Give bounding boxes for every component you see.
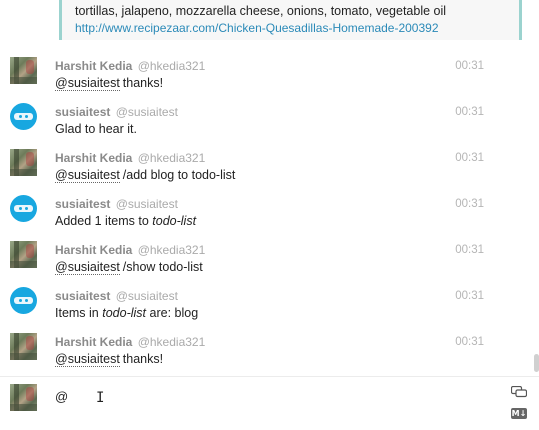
message-item: Harshit Kedia @hkedia321 00:31 @susiaite… bbox=[0, 138, 530, 184]
message-composer: I M↓ bbox=[0, 376, 539, 430]
message-input[interactable] bbox=[55, 385, 485, 407]
message-timestamp: 00:31 bbox=[455, 106, 484, 118]
message-text: thanks! bbox=[122, 76, 164, 90]
mention-link[interactable]: @susiaitest bbox=[55, 168, 120, 183]
message-body: @susiaitest/show todo-list bbox=[55, 260, 203, 275]
message-text: /add blog to todo-list bbox=[122, 168, 236, 182]
message-text: /show todo-list bbox=[122, 260, 203, 274]
message-list: Harshit Kedia @hkedia321 00:31 @susiaite… bbox=[0, 46, 530, 374]
sender-handle[interactable]: @hkedia321 bbox=[138, 243, 206, 257]
sender-name[interactable]: Harshit Kedia bbox=[55, 243, 132, 257]
user-avatar[interactable] bbox=[10, 241, 37, 268]
mention-link[interactable]: @susiaitest bbox=[55, 352, 120, 367]
message-text: Glad to hear it. bbox=[55, 122, 137, 136]
message-body: @susiaitest thanks! bbox=[55, 352, 164, 367]
mention-link[interactable]: @susiaitest bbox=[55, 76, 120, 91]
message-timestamp: 00:31 bbox=[455, 198, 484, 210]
message-text: Added 1 items to bbox=[55, 214, 153, 228]
message-timestamp: 00:31 bbox=[455, 60, 484, 72]
sender-name[interactable]: Harshit Kedia bbox=[55, 151, 132, 165]
message-header: Harshit Kedia @hkedia321 bbox=[55, 243, 205, 257]
list-name: todo-list bbox=[102, 306, 147, 320]
message-text: thanks! bbox=[122, 352, 164, 366]
message-scrollbar-track[interactable] bbox=[530, 44, 539, 374]
message-body: @susiaitest thanks! bbox=[55, 76, 164, 91]
sender-handle[interactable]: @susiaitest bbox=[116, 197, 178, 211]
message-body: @susiaitest/add blog to todo-list bbox=[55, 168, 236, 183]
bot-avatar[interactable] bbox=[10, 195, 37, 222]
message-item: susiaitest @susiaitest 00:31 Added 1 ite… bbox=[0, 184, 530, 230]
message-text: Items in bbox=[55, 306, 103, 320]
bot-avatar[interactable] bbox=[10, 103, 37, 130]
current-user-avatar bbox=[10, 384, 37, 411]
message-item: susiaitest @susiaitest 00:31 Glad to hea… bbox=[0, 92, 530, 138]
message-header: susiaitest @susiaitest bbox=[55, 105, 178, 119]
sender-handle[interactable]: @susiaitest bbox=[116, 289, 178, 303]
chat-bubbles-icon[interactable] bbox=[511, 386, 527, 398]
recipe-link[interactable]: http://www.recipezaar.com/Chicken-Quesad… bbox=[75, 21, 519, 35]
message-timestamp: 00:31 bbox=[455, 244, 484, 256]
message-header: susiaitest @susiaitest bbox=[55, 289, 178, 303]
user-avatar[interactable] bbox=[10, 57, 37, 84]
message-timestamp: 00:31 bbox=[455, 152, 484, 164]
message-item: Harshit Kedia @hkedia321 00:31 @susiaite… bbox=[0, 46, 530, 92]
bot-avatar[interactable] bbox=[10, 287, 37, 314]
sender-name[interactable]: Harshit Kedia bbox=[55, 59, 132, 73]
sender-name[interactable]: Harshit Kedia bbox=[55, 335, 132, 349]
message-item: Harshit Kedia @hkedia321 00:31 @susiaite… bbox=[0, 322, 530, 368]
message-body: Items in todo-list are: blog bbox=[55, 306, 198, 320]
user-avatar[interactable] bbox=[10, 333, 37, 360]
message-header: Harshit Kedia @hkedia321 bbox=[55, 151, 205, 165]
sender-handle[interactable]: @hkedia321 bbox=[138, 151, 206, 165]
sender-name[interactable]: susiaitest bbox=[55, 289, 110, 303]
recipe-ingredients-text: tortillas, jalapeno, mozzarella cheese, … bbox=[75, 4, 447, 18]
sender-handle[interactable]: @susiaitest bbox=[116, 105, 178, 119]
markdown-icon[interactable]: M↓ bbox=[511, 408, 527, 419]
message-timestamp: 00:31 bbox=[455, 290, 484, 302]
message-header: Harshit Kedia @hkedia321 bbox=[55, 59, 205, 73]
mention-link[interactable]: @susiaitest bbox=[55, 260, 120, 275]
recipe-attachment-card: tortillas, jalapeno, mozzarella cheese, … bbox=[59, 0, 522, 40]
sender-handle[interactable]: @hkedia321 bbox=[138, 335, 206, 349]
message-body: Added 1 items to todo-list bbox=[55, 214, 196, 228]
user-avatar[interactable] bbox=[10, 149, 37, 176]
message-scrollbar-thumb[interactable] bbox=[534, 354, 539, 372]
message-body: Glad to hear it. bbox=[55, 122, 137, 136]
message-header: Harshit Kedia @hkedia321 bbox=[55, 335, 205, 349]
message-text-suffix: are: blog bbox=[146, 306, 199, 320]
sender-handle[interactable]: @hkedia321 bbox=[138, 59, 206, 73]
text-cursor-icon: I bbox=[96, 390, 105, 406]
message-timestamp: 00:31 bbox=[455, 336, 484, 348]
sender-name[interactable]: susiaitest bbox=[55, 197, 110, 211]
message-header: susiaitest @susiaitest bbox=[55, 197, 178, 211]
sender-name[interactable]: susiaitest bbox=[55, 105, 110, 119]
list-name: todo-list bbox=[152, 214, 197, 228]
message-item: susiaitest @susiaitest 00:31 Items in to… bbox=[0, 276, 530, 322]
message-item: Harshit Kedia @hkedia321 00:31 @susiaite… bbox=[0, 230, 530, 276]
